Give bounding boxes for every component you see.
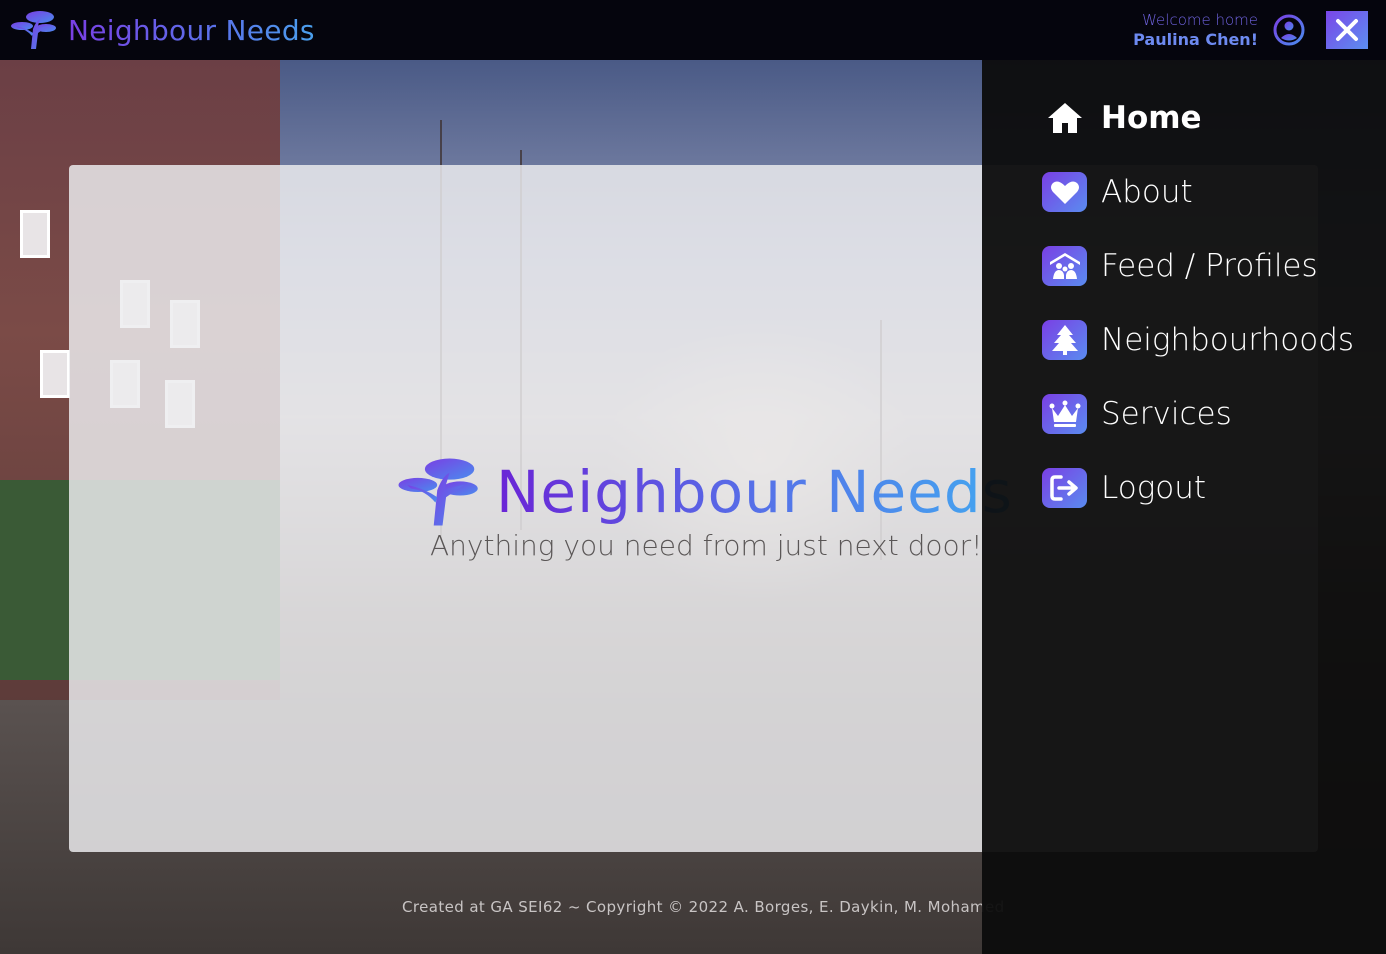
hero-title-row: Neighbour Needs: [396, 455, 1013, 529]
top-navbar: Neighbour Needs Welcome home Paulina Che…: [0, 0, 1386, 60]
user-area: Welcome home Paulina Chen!: [1133, 11, 1368, 49]
welcome-message: Welcome home Paulina Chen!: [1133, 11, 1258, 49]
close-menu-button[interactable]: [1326, 11, 1368, 49]
menu-item-label: Feed / Profiles: [1101, 248, 1318, 284]
menu-item-label: Home: [1101, 100, 1202, 136]
menu-item-about[interactable]: About: [1042, 170, 1193, 214]
menu-item-home[interactable]: Home: [1042, 96, 1202, 140]
menu-item-label: Services: [1101, 396, 1232, 432]
welcome-line: Welcome home: [1142, 11, 1258, 29]
menu-item-label: Neighbourhoods: [1101, 322, 1355, 358]
side-menu: Home About Feed / Profiles Neighbourhood…: [982, 60, 1386, 954]
tree-logo-icon: [11, 11, 56, 49]
menu-item-neighbourhoods[interactable]: Neighbourhoods: [1042, 318, 1354, 362]
user-circle-icon[interactable]: [1272, 13, 1306, 47]
footer-copyright: Created at GA SEI62 ~ Copyright © 2022 A…: [402, 898, 1005, 916]
tree-icon: [1042, 320, 1087, 360]
heart-icon: [1042, 172, 1087, 212]
close-icon: [1336, 19, 1358, 41]
menu-item-label: Logout: [1101, 470, 1207, 506]
menu-item-services[interactable]: Services: [1042, 392, 1232, 436]
menu-item-logout[interactable]: Logout: [1042, 466, 1206, 510]
hero-tagline: Anything you need from just next door!: [430, 529, 983, 562]
home-icon: [1042, 98, 1087, 138]
welcome-user-name: Paulina Chen!: [1133, 30, 1258, 49]
people-icon: [1042, 246, 1087, 286]
brand-home-link[interactable]: Neighbour Needs: [10, 9, 315, 51]
menu-item-feed-profiles[interactable]: Feed / Profiles: [1042, 244, 1318, 288]
brand-name: Neighbour Needs: [68, 13, 315, 47]
crown-icon: [1042, 394, 1087, 434]
tree-logo-icon: [398, 458, 478, 526]
menu-item-label: About: [1101, 174, 1193, 210]
logout-icon: [1042, 468, 1087, 508]
hero-title: Neighbour Needs: [496, 458, 1013, 526]
